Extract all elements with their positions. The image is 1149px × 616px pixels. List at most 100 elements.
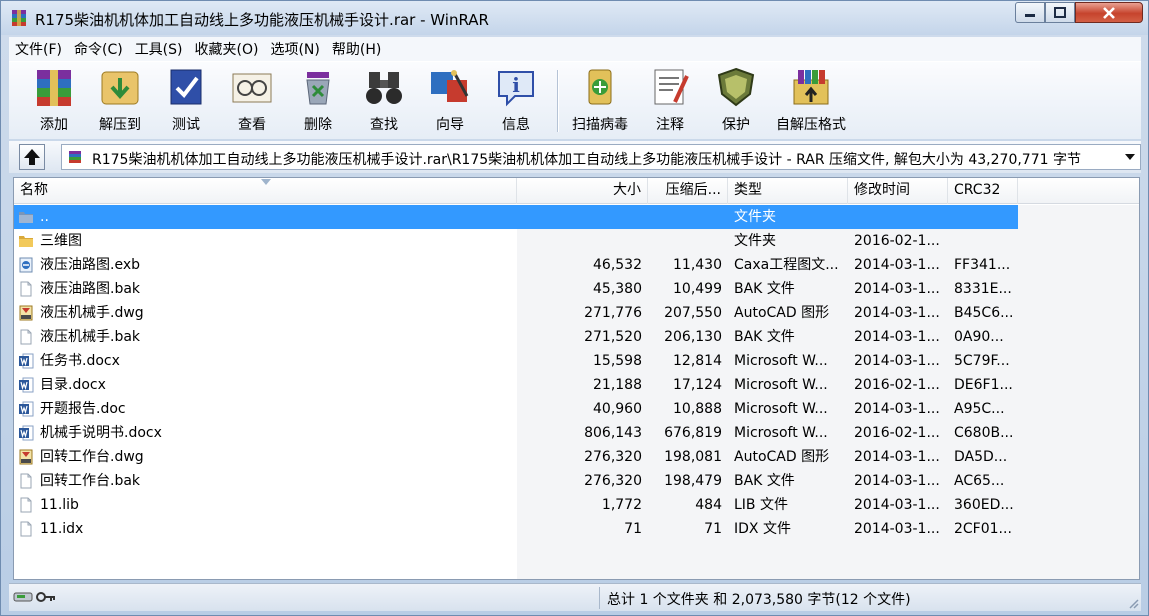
file-row[interactable]: 目录.docx 21,188 17,124 Microsoft W... 2016-02… (14, 373, 1018, 397)
info-button[interactable]: i 信息 (483, 66, 549, 136)
wizard-button[interactable]: 向导 (417, 66, 483, 136)
file-crc32 (954, 205, 1018, 229)
folder-up-icon (18, 209, 34, 225)
file-modified: 2014-03-1... (854, 281, 940, 297)
file-crc32: 5C79F... (954, 353, 1010, 369)
file-size: 276,320 (584, 473, 642, 489)
maximize-button[interactable] (1045, 2, 1075, 23)
path-field[interactable]: R175柴油机机体加工自动线上多功能液压机械手设计.rar\R175柴油机机体加… (61, 144, 1141, 170)
column-header-type[interactable]: 类型 (728, 178, 848, 204)
file-packed-size (648, 229, 722, 253)
file-row[interactable]: 液压机械手.bak 271,520 206,130 BAK 文件 2014-03-1..… (14, 325, 1018, 349)
file-packed-size: 198,081 (664, 449, 722, 465)
column-header-packed[interactable]: 压缩后... (648, 178, 728, 204)
file-size: 45,380 (593, 281, 642, 297)
file-row[interactable]: 液压油路图.bak 45,380 10,499 BAK 文件 2014-03-1... 8… (14, 277, 1018, 301)
dwg-file-icon (18, 305, 34, 321)
file-name: 液压油路图.bak (40, 281, 141, 297)
file-row[interactable]: 三维图 文件夹 2016-02-1... (14, 229, 1018, 253)
sort-arrow-icon (261, 179, 271, 185)
protect-button[interactable]: 保护 (703, 66, 769, 136)
view-button[interactable]: 查看 (219, 66, 285, 136)
file-size: 15,598 (593, 353, 642, 369)
file-row[interactable]: 回转工作台.bak 276,320 198,479 BAK 文件 2014-03-1..… (14, 469, 1018, 493)
file-modified: 2014-03-1... (854, 353, 940, 369)
file-row[interactable]: 液压油路图.exb 46,532 11,430 Caxa工程图文... 2014-03-… (14, 253, 1018, 277)
file-type: Microsoft W... (734, 401, 828, 417)
file-row[interactable]: 任务书.docx 15,598 12,814 Microsoft W... 2014-0… (14, 349, 1018, 373)
file-crc32: DE6F1... (954, 377, 1013, 393)
menu-options[interactable]: 选项(N) (264, 39, 325, 59)
file-modified: 2014-03-1... (854, 497, 940, 513)
file-size: 1,772 (601, 497, 642, 513)
file-type: BAK 文件 (734, 281, 795, 297)
file-crc32: AC65... (954, 473, 1005, 489)
file-name: 目录.docx (40, 377, 106, 393)
extract-to-label: 解压到 (99, 117, 141, 133)
menu-favorites[interactable]: 收藏夹(O) (189, 39, 265, 59)
add-button[interactable]: 添加 (21, 66, 87, 136)
maximize-icon (1054, 7, 1066, 18)
menu-file[interactable]: 文件(F) (9, 39, 68, 59)
file-row[interactable]: 11.idx 71 71 IDX 文件 2014-03-1... 2CF01... (14, 517, 1018, 541)
svg-text:i: i (512, 73, 520, 97)
file-modified: 2014-03-1... (854, 521, 940, 537)
up-one-level-button[interactable] (19, 144, 45, 170)
file-modified: 2014-03-1... (854, 401, 940, 417)
close-button[interactable] (1075, 2, 1143, 23)
file-type: Microsoft W... (734, 353, 828, 369)
file-packed-size: 676,819 (664, 425, 722, 441)
minimize-button[interactable] (1015, 2, 1045, 23)
file-type: Caxa工程图文... (734, 257, 839, 273)
info-label: 信息 (502, 117, 530, 133)
find-button[interactable]: 查找 (351, 66, 417, 136)
column-header-modified[interactable]: 修改时间 (848, 178, 948, 204)
file-row[interactable]: 机械手说明书.docx 806,143 676,819 Microsoft W... 2… (14, 421, 1018, 445)
extract-to-button[interactable]: 解压到 (87, 66, 153, 136)
chevron-down-icon[interactable] (1124, 151, 1136, 163)
file-type: BAK 文件 (734, 329, 795, 345)
file-row[interactable]: 11.lib 1,772 484 LIB 文件 2014-03-1... 360ED... (14, 493, 1018, 517)
close-icon (1103, 6, 1115, 19)
window-title: R175柴油机机体加工自动线上多功能液压机械手设计.rar - WinRAR (35, 11, 489, 29)
menu-help[interactable]: 帮助(H) (326, 39, 387, 59)
test-button[interactable]: 测试 (153, 66, 219, 136)
file-size: 21,188 (593, 377, 642, 393)
file-modified: 2016-02-1... (854, 377, 940, 393)
comment-label: 注释 (656, 117, 684, 133)
file-size (517, 229, 642, 253)
sfx-button[interactable]: 自解压格式 (769, 66, 853, 136)
file-crc32: A95C... (954, 401, 1005, 417)
file-type: Microsoft W... (734, 425, 828, 441)
file-packed-size: 207,550 (664, 305, 722, 321)
menu-tools[interactable]: 工具(S) (129, 39, 189, 59)
resize-grip-icon[interactable] (1127, 597, 1139, 609)
shield-icon (717, 67, 755, 107)
winrar-app-icon[interactable] (10, 9, 28, 27)
column-header-crc32[interactable]: CRC32 (948, 178, 1018, 204)
column-header-size[interactable]: 大小 (517, 178, 648, 204)
wizard-label: 向导 (436, 117, 464, 133)
file-name: 任务书.docx (40, 353, 120, 369)
caxa-file-icon (18, 257, 34, 273)
file-modified: 2016-02-1... (854, 233, 940, 249)
file-row[interactable]: 液压机械手.dwg 271,776 207,550 AutoCAD 图形 2014-03… (14, 301, 1018, 325)
scan-virus-button[interactable]: 扫描病毒 (565, 66, 635, 136)
file-row[interactable]: 回转工作台.dwg 276,320 198,081 AutoCAD 图形 2014-03… (14, 445, 1018, 469)
blank-file-icon (18, 473, 34, 489)
view-label: 查看 (238, 117, 266, 133)
delete-button[interactable]: 删除 (285, 66, 351, 136)
blank-file-icon (18, 497, 34, 513)
comment-button[interactable]: 注释 (637, 66, 703, 136)
file-row[interactable]: .. 文件夹 (14, 205, 1018, 229)
scan-virus-label: 扫描病毒 (572, 117, 628, 133)
file-crc32: DA5D... (954, 449, 1008, 465)
file-name: 液压机械手.bak (40, 329, 141, 345)
file-type: IDX 文件 (734, 521, 791, 537)
file-packed-size: 71 (704, 521, 722, 537)
file-size (517, 205, 642, 229)
file-row[interactable]: 开题报告.doc 40,960 10,888 Microsoft W... 2014-0… (14, 397, 1018, 421)
file-crc32: FF341... (954, 257, 1011, 273)
menu-commands[interactable]: 命令(C) (68, 39, 129, 59)
title-bar[interactable]: R175柴油机机体加工自动线上多功能液压机械手设计.rar - WinRAR (1, 1, 1148, 35)
